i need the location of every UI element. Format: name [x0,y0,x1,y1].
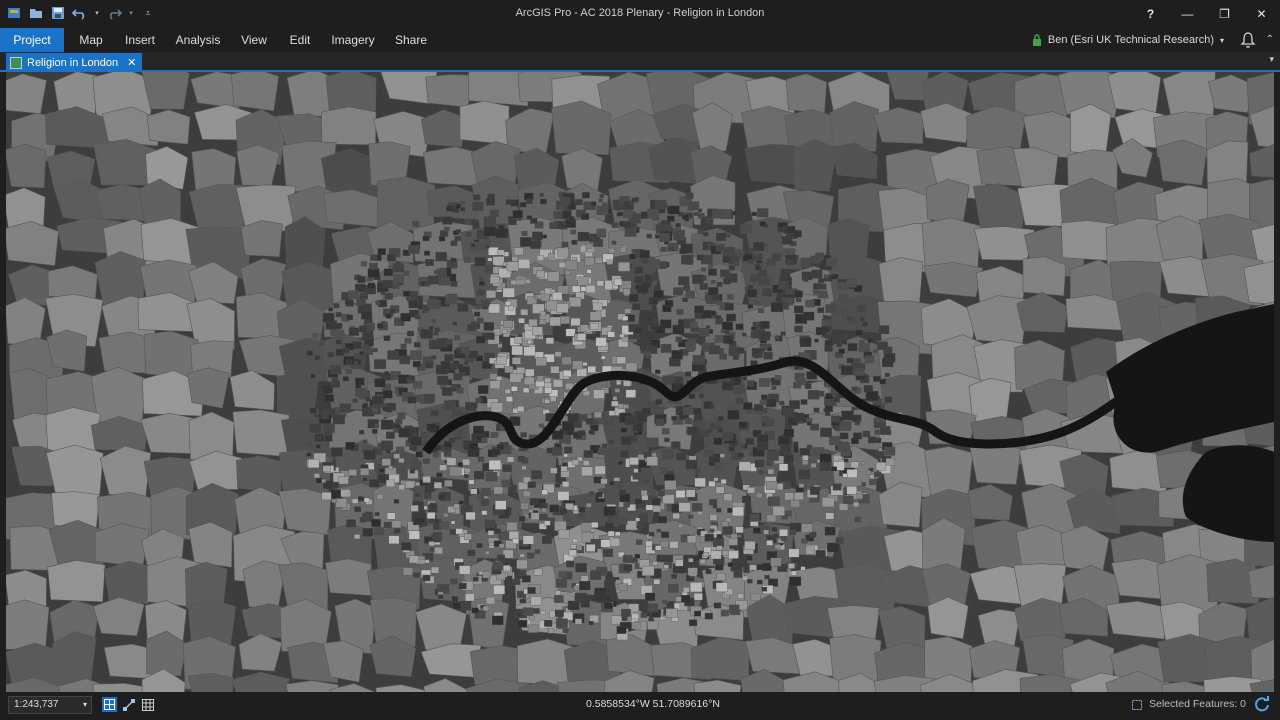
collapse-ribbon-icon[interactable]: ⌃ [1266,34,1274,45]
selected-features[interactable]: Selected Features: 0 [1132,698,1246,710]
tab-insert[interactable]: Insert [120,28,160,52]
tab-project[interactable]: Project [0,28,64,52]
refresh-icon[interactable] [1254,696,1270,712]
restore-button[interactable]: ❐ [1206,0,1243,28]
user-name: Ben (Esri UK Technical Research) [1047,34,1214,46]
notification-bell-icon[interactable] [1240,31,1256,49]
status-tools [102,697,155,712]
undo-icon[interactable] [72,5,88,21]
chevron-down-icon: ▾ [82,700,87,709]
selected-features-label: Selected Features: 0 [1149,698,1246,710]
ribbon-tab-bar: Project Map Insert Analysis View Edit Im… [0,28,1280,52]
scale-value: 1:243,737 [14,699,59,710]
close-tab-icon[interactable]: ✕ [127,56,136,69]
map-icon [10,56,22,69]
new-project-icon[interactable] [6,5,22,21]
quick-access-toolbar: ▾ ▾ ⩡ [6,5,156,21]
window-title: ArcGIS Pro - AC 2018 Plenary - Religion … [515,7,765,19]
redo-icon[interactable] [106,5,122,21]
tab-imagery[interactable]: Imagery [327,28,379,52]
window-controls: ? — ❐ ✕ [1132,0,1280,28]
status-bar: 1:243,737 ▾ 0.5858534°W 51.7089616°N Sel… [0,692,1280,720]
tab-map[interactable]: Map [74,28,108,52]
chevron-down-icon: ▾ [1219,35,1224,45]
selection-icon [1132,700,1143,710]
save-icon[interactable] [50,5,66,21]
tab-share[interactable]: Share [391,28,431,52]
map-scale-selector[interactable]: 1:243,737 ▾ [8,696,92,714]
tab-view[interactable]: View [236,28,272,52]
map-view[interactable] [6,72,1274,692]
redo-dropdown-icon[interactable]: ▾ [128,5,134,21]
undo-dropdown-icon[interactable]: ▾ [94,5,100,21]
table-grid-icon[interactable] [140,697,155,712]
minimize-button[interactable]: — [1169,0,1206,28]
customize-icon[interactable]: ⩡ [140,5,156,21]
tab-religion-in-london[interactable]: Religion in London ✕ [6,53,143,72]
help-button[interactable]: ? [1132,0,1169,28]
document-list-icon[interactable]: ▾ [1269,54,1274,65]
title-bar: ▾ ▾ ⩡ ArcGIS Pro - AC 2018 Plenary - Rel… [0,0,1280,28]
lock-icon [1032,34,1041,46]
doc-tab-label: Religion in London [27,56,119,69]
tab-analysis[interactable]: Analysis [172,28,224,52]
open-folder-icon[interactable] [28,5,44,21]
cursor-coordinates: 0.5858534°W 51.7089616°N [586,698,720,710]
close-button[interactable]: ✕ [1243,0,1280,28]
user-account[interactable]: Ben (Esri UK Technical Research) ▾ [1032,28,1224,52]
document-tab-bar: Religion in London ✕ ▾ [0,52,1280,72]
snapping-icon[interactable] [121,697,136,712]
choropleth-map[interactable] [6,72,1274,692]
grid-snap-icon[interactable] [102,697,117,712]
tab-edit[interactable]: Edit [284,28,316,52]
